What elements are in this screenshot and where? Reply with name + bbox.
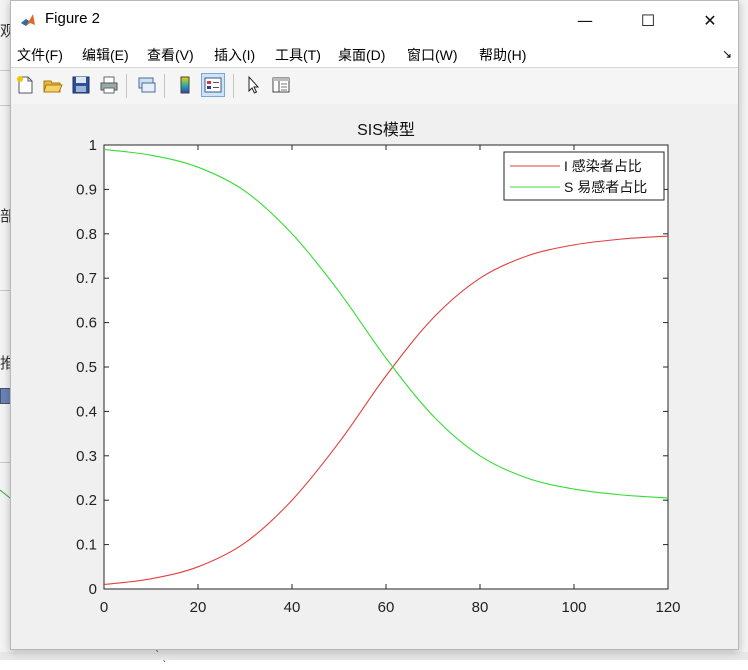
y-tick-label: 0.6 bbox=[76, 315, 97, 332]
save-button[interactable] bbox=[69, 73, 93, 97]
toolbar-separator bbox=[233, 74, 234, 98]
insert-legend-icon bbox=[204, 77, 222, 93]
y-tick-label: 0.3 bbox=[76, 448, 97, 465]
y-tick-label: 0.8 bbox=[76, 226, 97, 243]
insert-colorbar-button[interactable] bbox=[173, 73, 197, 97]
maximize-button[interactable]: ☐ bbox=[625, 1, 671, 39]
edit-plot-button[interactable] bbox=[241, 73, 265, 97]
print-icon bbox=[100, 76, 118, 94]
property-inspector-icon bbox=[272, 77, 290, 93]
y-tick-label: 0.2 bbox=[76, 492, 97, 509]
sis-line-chart: SIS模型 0 20 40 60 80 100 120 0 0.1 0.2 0.3 0.4 0.5 0.6… bbox=[76, 121, 680, 616]
menu-bar: 文件(F) 编辑(E) 查看(V) 插入(I) 工具(T) 桌面(D) 窗口(W… bbox=[11, 39, 738, 67]
insert-colorbar-icon bbox=[180, 76, 190, 94]
open-file-button[interactable] bbox=[41, 73, 65, 97]
chart-title: SIS模型 bbox=[357, 121, 415, 139]
menu-window[interactable]: 窗口(W) bbox=[407, 45, 458, 65]
y-tick-label: 1 bbox=[89, 137, 97, 154]
menu-tools[interactable]: 工具(T) bbox=[275, 45, 321, 65]
figure-window: Figure 2 — ☐ ✕ 文件(F) 编辑(E) 查看(V) 插入(I) 工… bbox=[10, 0, 739, 650]
property-inspector-button[interactable] bbox=[269, 73, 293, 97]
y-tick-label: 0.7 bbox=[76, 270, 97, 287]
minimize-icon: — bbox=[577, 10, 593, 30]
link-plot-icon bbox=[138, 77, 156, 93]
x-tick-label: 40 bbox=[284, 599, 301, 616]
menu-file[interactable]: 文件(F) bbox=[17, 45, 63, 65]
x-tick-label: 20 bbox=[190, 599, 207, 616]
axes-box[interactable] bbox=[103, 144, 669, 590]
legend-label: I 感染者占比 bbox=[564, 158, 642, 174]
link-plot-button[interactable] bbox=[135, 73, 159, 97]
menu-desktop[interactable]: 桌面(D) bbox=[338, 45, 385, 65]
legend-label: S 易感者占比 bbox=[564, 179, 647, 195]
close-button[interactable]: ✕ bbox=[687, 1, 733, 39]
title-bar[interactable]: Figure 2 — ☐ ✕ bbox=[11, 1, 738, 39]
open-file-icon bbox=[43, 80, 63, 93]
save-icon bbox=[72, 76, 90, 94]
background-bottom-edge bbox=[0, 652, 748, 660]
y-tick-label: 0 bbox=[89, 581, 97, 598]
toolbar-separator bbox=[164, 74, 165, 98]
x-tick-label: 100 bbox=[561, 599, 586, 616]
menu-view[interactable]: 查看(V) bbox=[147, 45, 194, 65]
y-tick-label: 0.4 bbox=[76, 403, 97, 420]
edit-plot-arrow-icon bbox=[248, 75, 260, 94]
new-figure-button[interactable] bbox=[13, 73, 37, 97]
x-tick-label: 0 bbox=[100, 599, 108, 616]
insert-legend-button[interactable] bbox=[201, 73, 225, 97]
toolbar-separator bbox=[126, 74, 127, 98]
menu-edit[interactable]: 编辑(E) bbox=[82, 45, 129, 65]
x-tick-label: 80 bbox=[472, 599, 489, 616]
legend[interactable]: I 感染者占比 S 易感者占比 bbox=[503, 151, 665, 201]
y-tick-label: 0.5 bbox=[76, 359, 97, 376]
x-tick-label: 60 bbox=[378, 599, 395, 616]
menu-insert[interactable]: 插入(I) bbox=[214, 45, 255, 65]
x-tick-label: 120 bbox=[655, 599, 680, 616]
y-tick-label: 0.9 bbox=[76, 181, 97, 198]
y-tick-label: 0.1 bbox=[76, 537, 97, 554]
menu-help[interactable]: 帮助(H) bbox=[479, 45, 526, 65]
figure-canvas[interactable]: SIS模型 0 20 40 60 80 100 120 0 0.1 0.2 0.3 0.4 0.5 0.6… bbox=[11, 104, 738, 649]
minimize-button[interactable]: — bbox=[562, 1, 608, 39]
matlab-icon bbox=[20, 12, 36, 28]
close-icon: ✕ bbox=[703, 10, 717, 30]
print-button[interactable] bbox=[97, 73, 121, 97]
new-figure-icon bbox=[17, 76, 33, 94]
maximize-icon: ☐ bbox=[640, 10, 656, 30]
toolbar bbox=[11, 67, 738, 105]
window-title: Figure 2 bbox=[45, 10, 101, 27]
menu-overflow-icon[interactable]: ↘ bbox=[722, 47, 732, 61]
